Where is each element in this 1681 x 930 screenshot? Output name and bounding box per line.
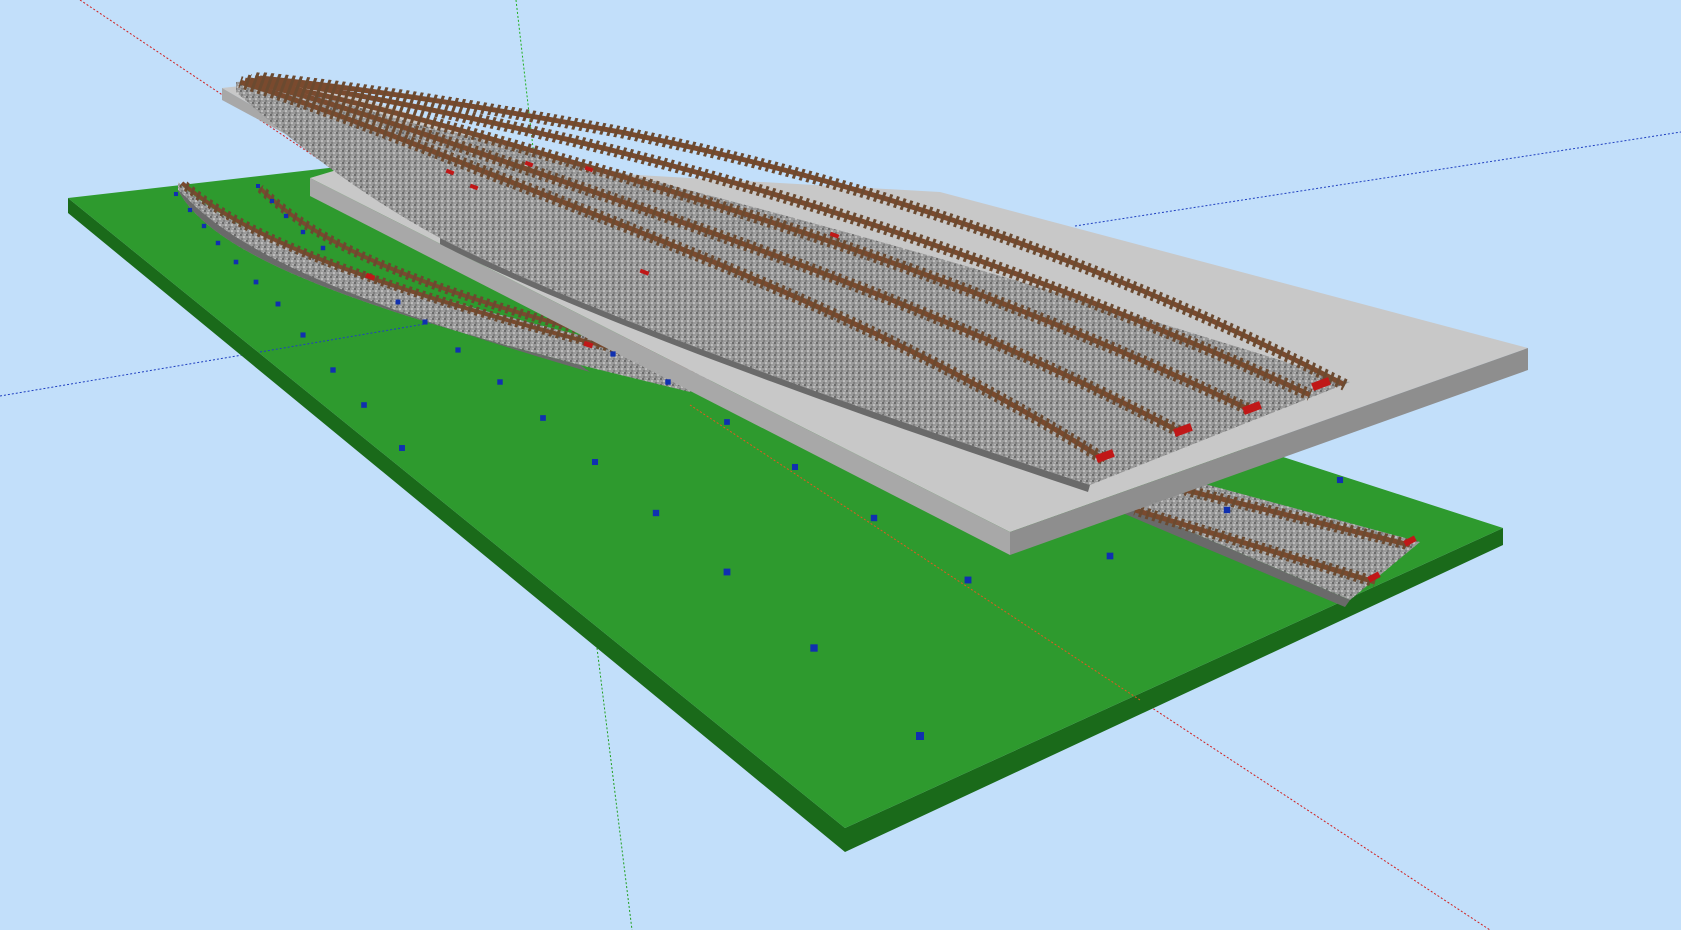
cube-marker-icon [253,279,259,285]
cube-marker-icon [300,229,306,235]
cube-marker-icon [215,240,221,246]
cube-marker-icon [173,191,179,197]
cube-marker-icon [870,514,878,522]
cube-marker-icon [187,207,193,213]
cube-marker-icon [399,445,405,451]
cube-marker-icon [361,402,367,408]
cube-marker-icon [791,463,799,471]
cube-marker-icon [233,259,239,265]
cube-marker-icon [652,509,660,517]
cube-marker-icon [422,319,428,325]
cube-marker-icon [540,415,546,421]
cube-marker-icon [320,245,326,251]
cube-marker-icon [455,347,461,353]
cube-marker-icon [1336,476,1344,484]
cube-marker-icon [283,213,289,219]
cube-marker-icon [269,198,275,204]
cube-marker-icon [723,568,731,576]
cube-marker-icon [1223,506,1231,514]
cube-marker-icon [497,379,503,385]
cube-marker-icon [1106,552,1114,560]
cube-marker-icon [201,223,207,229]
cube-marker-icon [964,576,972,584]
cube-marker-icon [275,301,281,307]
3d-viewport[interactable] [0,0,1681,930]
cube-marker-icon [395,299,401,305]
cube-marker-icon [330,367,336,373]
cube-marker-icon [810,644,818,652]
cube-marker-icon [916,732,924,740]
cube-marker-icon [300,332,306,338]
cube-marker-icon [591,458,599,466]
cube-marker-icon [610,351,616,357]
cube-marker-icon [665,379,671,385]
cube-marker-icon [724,419,730,425]
cube-marker-icon [255,183,261,189]
